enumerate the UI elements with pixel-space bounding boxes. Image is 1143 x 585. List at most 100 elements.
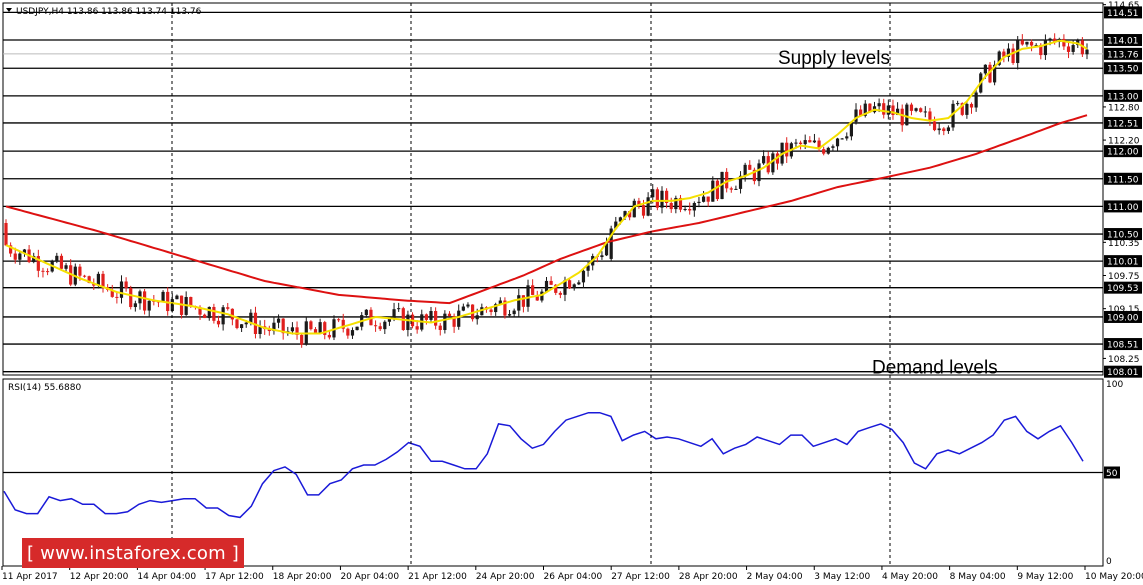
candle-bull <box>757 163 761 182</box>
ma-slow-line <box>5 114 1088 305</box>
candle-bear <box>300 334 304 345</box>
time-tick-label: 14 Apr 04:00 <box>137 572 196 582</box>
candle-bull <box>956 103 960 105</box>
candle-bull <box>475 315 479 320</box>
time-tick-label: 4 May 20:00 <box>882 572 938 582</box>
candle-bear <box>327 334 331 338</box>
candle-bear <box>798 142 803 145</box>
candle-bull <box>249 312 253 323</box>
candle-bear <box>45 271 50 273</box>
candle-bull <box>355 326 359 331</box>
price-level-tag-text: 109.53 <box>1107 284 1139 294</box>
candle-bear <box>909 104 914 111</box>
demand-levels-label: Demand levels <box>872 358 998 379</box>
candle-bull <box>835 138 840 147</box>
candle-bear <box>706 196 710 202</box>
candle-bull <box>660 190 664 208</box>
candle-bear <box>822 149 826 154</box>
time-tick-label: 18 Apr 20:00 <box>273 572 332 582</box>
price-level-tag-text: 108.01 <box>1107 368 1139 378</box>
candle-bull <box>1043 39 1048 56</box>
candle-bull <box>161 291 165 302</box>
candle-bull <box>18 253 22 260</box>
price-tick-label: 109.75 <box>1108 272 1140 282</box>
price-level-tag-text: 110.01 <box>1107 258 1139 268</box>
watermark-logo: [ www.instaforex.com ] <box>22 538 244 568</box>
candle-bear <box>715 180 720 200</box>
candle-bear <box>549 280 553 285</box>
candle-bear <box>447 313 452 317</box>
candle-bear <box>1066 46 1071 52</box>
candle-bull <box>64 265 68 269</box>
candle-bear <box>415 326 419 330</box>
candle-bull <box>572 284 576 289</box>
candle-bull <box>923 111 927 113</box>
candle-bear <box>641 205 646 216</box>
candle-bull <box>1085 49 1089 55</box>
rsi-level-tag-text: 50 <box>1106 469 1118 479</box>
candle-bear <box>235 319 239 329</box>
candle-bear <box>41 270 45 272</box>
candle-bear <box>942 128 946 132</box>
candle-bear <box>101 273 105 288</box>
candle-bear <box>932 121 937 131</box>
candle-bull <box>794 142 798 144</box>
time-tick-label: 21 Apr 12:00 <box>408 572 467 582</box>
rsi-line <box>3 411 1084 519</box>
price-tick-label: 112.80 <box>1108 103 1140 113</box>
price-panel: 114.65114.51114.01113.76113.50113.00112.… <box>2 1 1142 379</box>
candle-bear <box>216 320 221 325</box>
time-tick-label: 27 Apr 12:00 <box>611 572 670 582</box>
candle-bull <box>812 140 817 143</box>
candle-bear <box>655 189 659 208</box>
candle-bull <box>364 309 368 316</box>
price-level-tag-text: 113.76 <box>1107 50 1139 60</box>
candle-bear <box>82 275 87 277</box>
candle-bull <box>512 310 516 315</box>
candle-bull <box>507 314 512 316</box>
candle-bull <box>383 321 387 330</box>
candle-bull <box>517 295 521 311</box>
candle-bear <box>59 255 64 269</box>
candle-bear <box>212 306 216 321</box>
candle-bull <box>877 103 881 107</box>
price-level-tag-text: 111.50 <box>1107 175 1139 185</box>
time-tick-label: 20 Apr 04:00 <box>340 572 399 582</box>
candle-bull <box>1048 38 1052 40</box>
candle-bull <box>581 270 586 283</box>
candle-bull <box>734 188 738 190</box>
candle-bull <box>692 203 696 211</box>
candle-bull <box>221 307 225 325</box>
rsi-tick-label: 100 <box>1106 380 1123 390</box>
candle-bear <box>115 296 119 298</box>
candle-bear <box>729 188 733 190</box>
time-tick-label: 26 Apr 04:00 <box>544 572 603 582</box>
time-tick-label: 10 May 20:00 <box>1085 572 1143 582</box>
candle-bull <box>646 197 650 216</box>
candle-bull <box>1071 45 1075 52</box>
candle-bull <box>544 280 549 292</box>
candle-bull <box>762 156 766 164</box>
candle-bear <box>558 292 562 295</box>
candle-bull <box>392 309 396 319</box>
candle-bull <box>429 311 433 320</box>
candle-bear <box>1020 40 1024 45</box>
candle-bull <box>1025 41 1029 45</box>
price-tick-label: 112.20 <box>1108 137 1140 147</box>
candle-bear <box>808 140 812 143</box>
candle-bull <box>697 201 701 204</box>
chart-header: USDJPY,H4 113.86 113.86 113.74 113.76 <box>16 7 202 17</box>
candle-bull <box>831 146 835 148</box>
candle-bull <box>803 140 807 145</box>
candle-bear <box>13 253 17 260</box>
candle-bear <box>438 325 442 331</box>
candle-bear <box>434 311 438 326</box>
candle-bear <box>489 309 493 313</box>
candle-bull <box>240 324 244 329</box>
candle-bear <box>725 171 729 189</box>
price-level-tag-text: 109.00 <box>1107 313 1139 323</box>
candle-bull <box>133 303 137 308</box>
price-level-tag-text: 111.00 <box>1107 203 1139 213</box>
time-tick-label: 11 Apr 2017 <box>2 572 58 582</box>
price-tick-label: 110.35 <box>1108 239 1140 249</box>
